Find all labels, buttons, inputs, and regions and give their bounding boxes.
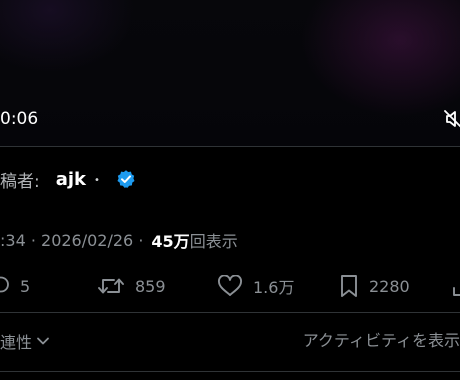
related-dropdown[interactable]: 連性 <box>0 329 50 353</box>
verified-badge-icon <box>117 170 135 188</box>
bookmark-count: 2280 <box>369 276 410 296</box>
poster-label: 稿者: <box>0 171 40 192</box>
action-bar: 5 859 1.6万 2280 <box>0 273 460 299</box>
reply-icon <box>0 276 9 293</box>
bookmark-button[interactable]: 2280 <box>339 273 410 299</box>
share-button[interactable] <box>452 273 460 299</box>
bookmark-icon <box>341 275 357 297</box>
poster-dot: • <box>94 174 100 186</box>
repost-count: 859 <box>135 276 166 296</box>
related-label: 連性 <box>0 333 33 352</box>
chevron-down-icon <box>37 337 49 345</box>
post-footer: 連性 アクティビティを表示 <box>0 329 460 353</box>
reply-button[interactable]: 5 <box>0 273 30 299</box>
video-elapsed-time: 0:06 <box>0 109 39 129</box>
views-label: 回表示 <box>189 232 238 251</box>
poster-name-link[interactable]: ajk <box>56 169 86 190</box>
speaker-muted-icon[interactable] <box>444 109 460 129</box>
post-meta: :34 · 2026/02/26 · 45万 回表示 <box>0 229 238 252</box>
post-timestamp[interactable]: :34 · 2026/02/26 · <box>0 231 143 250</box>
like-button[interactable]: 1.6万 <box>217 273 294 299</box>
video-player[interactable]: 0:06 <box>0 0 460 146</box>
view-activity-link[interactable]: アクティビティを表示 <box>303 329 460 353</box>
divider <box>0 371 460 372</box>
heart-icon <box>218 275 242 296</box>
repost-icon <box>98 278 124 294</box>
divider <box>0 312 460 313</box>
views-count: 45万 <box>151 232 190 251</box>
poster-row: 稿者: ajk • <box>0 166 136 192</box>
repost-button[interactable]: 859 <box>97 273 166 299</box>
like-count: 1.6万 <box>253 278 295 297</box>
divider <box>0 146 460 147</box>
share-icon <box>453 287 460 296</box>
reply-count: 5 <box>20 276 31 296</box>
